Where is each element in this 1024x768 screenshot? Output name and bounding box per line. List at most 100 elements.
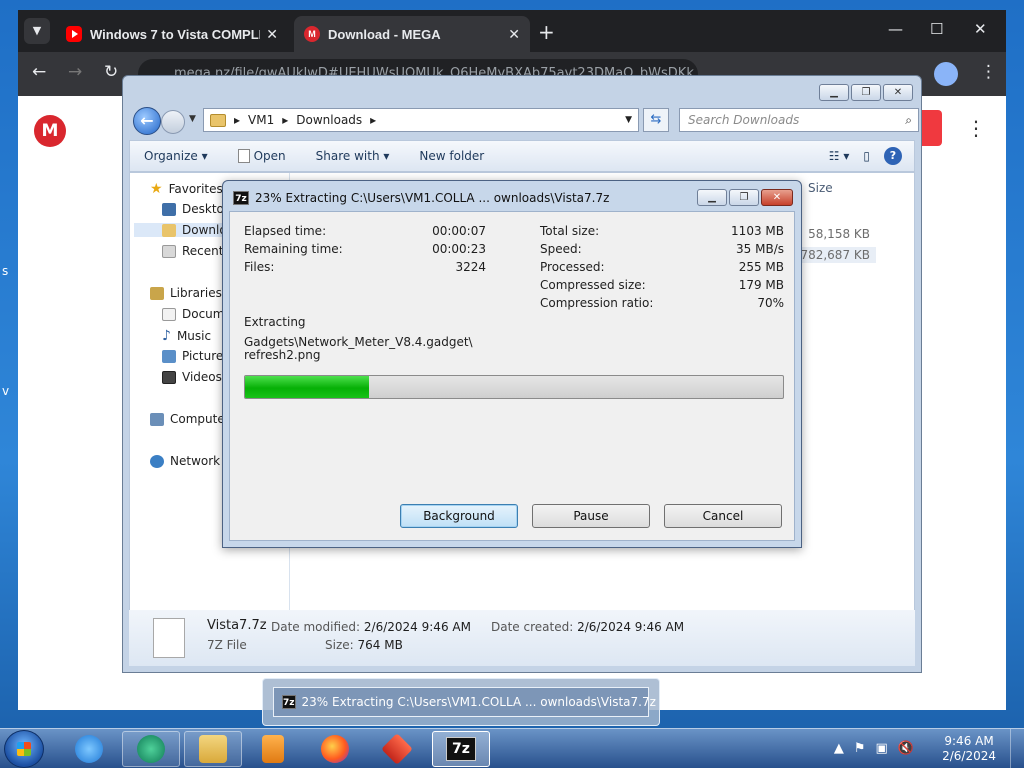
start-button[interactable] [4, 730, 44, 768]
stat-label: Compression ratio: [540, 296, 654, 310]
nav-pictures[interactable]: Pictures [162, 349, 230, 363]
mega-logo[interactable]: M [34, 115, 66, 147]
tab-youtube[interactable]: Windows 7 to Vista COMPLETE ✕ [56, 16, 288, 52]
tab-strip: ▼ Windows 7 to Vista COMPLETE ✕ M Downlo… [18, 10, 1006, 52]
mega-icon: M [304, 26, 320, 42]
show-desktop-button[interactable] [1010, 729, 1024, 768]
back-button[interactable]: ← [133, 107, 161, 135]
breadcrumb-item[interactable]: VM1 [248, 113, 274, 127]
back-icon[interactable]: ← [32, 62, 46, 82]
nav-computer[interactable]: Computer [150, 412, 230, 426]
computer-icon [150, 412, 164, 426]
profile-avatar[interactable] [934, 62, 958, 86]
value: 2/6/2024 9:46 AM [363, 620, 471, 634]
maximize-button[interactable]: ❐ [729, 189, 759, 206]
stat-value: 00:00:07 [432, 224, 486, 238]
tab-close-icon[interactable]: ✕ [266, 26, 278, 43]
thumbnail-title: 23% Extracting C:\Users\VM1.COLLA ... ow… [301, 695, 656, 709]
downloads-folder-icon [162, 223, 176, 237]
help-icon[interactable]: ? [884, 147, 902, 165]
taskbar-mega-app[interactable] [368, 731, 426, 767]
taskbar: 7z ▲ ⚑ ▣ 🔇 9:46 AM 2/6/2024 [0, 728, 1024, 768]
maximize-button[interactable]: ❐ [851, 84, 881, 101]
background-button[interactable]: Background [400, 504, 518, 528]
videos-icon [162, 370, 176, 384]
close-button[interactable]: ✕ [761, 189, 793, 206]
nav-libraries[interactable]: Libraries [150, 286, 222, 300]
nav-music[interactable]: ♪ Music [162, 328, 211, 344]
minimize-button[interactable]: — [888, 20, 903, 38]
explorer-caption-buttons: ▁ ❐ ✕ [819, 84, 913, 101]
reload-icon[interactable]: ↻ [104, 62, 118, 82]
value: 764 MB [357, 638, 403, 652]
menu-icon[interactable]: ⋮ [980, 62, 997, 82]
network-icon [150, 454, 164, 468]
taskbar-internet-explorer[interactable] [60, 731, 118, 767]
label: Date modified: [271, 620, 361, 634]
nav-label: Network [170, 454, 221, 468]
explorer-address-bar[interactable]: ▸ VM1 ▸ Downloads ▸ ▼ [203, 108, 639, 132]
maximize-button[interactable]: ☐ [930, 20, 943, 38]
taskbar-7zip[interactable]: 7z [432, 731, 490, 767]
system-tray: ▲ ⚑ ▣ 🔇 [834, 741, 914, 756]
close-button[interactable]: ✕ [883, 84, 913, 101]
minimize-button[interactable]: ▁ [697, 189, 727, 206]
open-label: Open [253, 149, 286, 163]
preview-pane-icon[interactable]: ▯ [863, 149, 870, 163]
search-input[interactable]: Search Downloads ⌕ [679, 108, 919, 132]
share-with-button[interactable]: Share with ▾ [316, 149, 390, 163]
new-folder-button[interactable]: New folder [419, 149, 484, 163]
minimize-button[interactable]: ▁ [819, 84, 849, 101]
nav-network[interactable]: Network [150, 454, 220, 468]
clock[interactable]: 9:46 AM 2/6/2024 [942, 734, 996, 764]
explorer-navigation: ← ▼ ▸ VM1 ▸ Downloads ▸ ▼ ⇆ Search Downl… [131, 106, 919, 136]
tab-title: Download - MEGA [328, 26, 441, 42]
thumbnail-title-bar[interactable]: 7z 23% Extracting C:\Users\VM1.COLLA ...… [273, 687, 656, 717]
address-dropdown-icon[interactable]: ▼ [625, 115, 632, 125]
volume-muted-icon[interactable]: 🔇 [898, 741, 914, 756]
details-size: Size: 764 MB [325, 638, 403, 652]
view-options-icon[interactable]: ☷ ▾ [829, 149, 850, 163]
open-button[interactable]: Open [237, 149, 286, 163]
new-tab-button[interactable]: + [538, 20, 555, 44]
tab-search-chevron-icon[interactable]: ▼ [24, 18, 50, 44]
nav-favorites[interactable]: ★ Favorites [150, 181, 223, 197]
view-controls: ☷ ▾ ▯ ? [829, 147, 902, 165]
taskbar-thumbnail-preview[interactable]: 7z 23% Extracting C:\Users\VM1.COLLA ...… [262, 678, 660, 726]
stat-label: Speed: [540, 242, 582, 256]
value: 2/6/2024 9:46 AM [577, 620, 685, 634]
tab-mega[interactable]: M Download - MEGA ✕ [294, 16, 530, 52]
details-file-type: 7Z File [207, 638, 247, 652]
7zip-icon: 7z [233, 191, 249, 205]
taskbar-media-player[interactable] [244, 731, 302, 767]
network-icon[interactable]: ▣ [876, 741, 888, 756]
breadcrumb-item[interactable]: Downloads [296, 113, 362, 127]
refresh-button[interactable]: ⇆ [643, 108, 669, 132]
recent-pages-chevron-icon[interactable]: ▼ [189, 114, 196, 124]
taskbar-file-explorer[interactable] [184, 731, 242, 767]
taskbar-firefox[interactable] [306, 731, 364, 767]
action-center-flag-icon[interactable]: ⚑ [854, 741, 866, 756]
organize-button[interactable]: Organize ▾ [144, 149, 208, 163]
internet-explorer-icon [75, 735, 103, 763]
libraries-icon [150, 286, 164, 300]
pause-button[interactable]: Pause [532, 504, 650, 528]
column-header-size[interactable]: Size [808, 181, 833, 195]
search-icon: ⌕ [905, 113, 912, 127]
desktop-icon-fragment: s [2, 264, 9, 278]
stat-value: 3224 [455, 260, 486, 274]
forward-icon[interactable]: → [68, 62, 82, 82]
cancel-button[interactable]: Cancel [664, 504, 782, 528]
forward-button[interactable] [161, 110, 185, 134]
taskbar-media-center[interactable] [122, 731, 180, 767]
close-button[interactable]: ✕ [974, 20, 987, 38]
extract-progress-dialog: 7z 23% Extracting C:\Users\VM1.COLLA ...… [222, 180, 802, 548]
show-hidden-icons-icon[interactable]: ▲ [834, 741, 844, 756]
clock-time: 9:46 AM [944, 734, 994, 748]
stat-value: 179 MB [738, 278, 784, 292]
tab-close-icon[interactable]: ✕ [508, 26, 520, 43]
dialog-body: Elapsed time: 00:00:07 Remaining time: 0… [229, 211, 795, 541]
stat-value: 00:00:23 [432, 242, 486, 256]
more-options-icon[interactable]: ⋮ [966, 116, 986, 140]
nav-videos[interactable]: Videos [162, 370, 222, 384]
